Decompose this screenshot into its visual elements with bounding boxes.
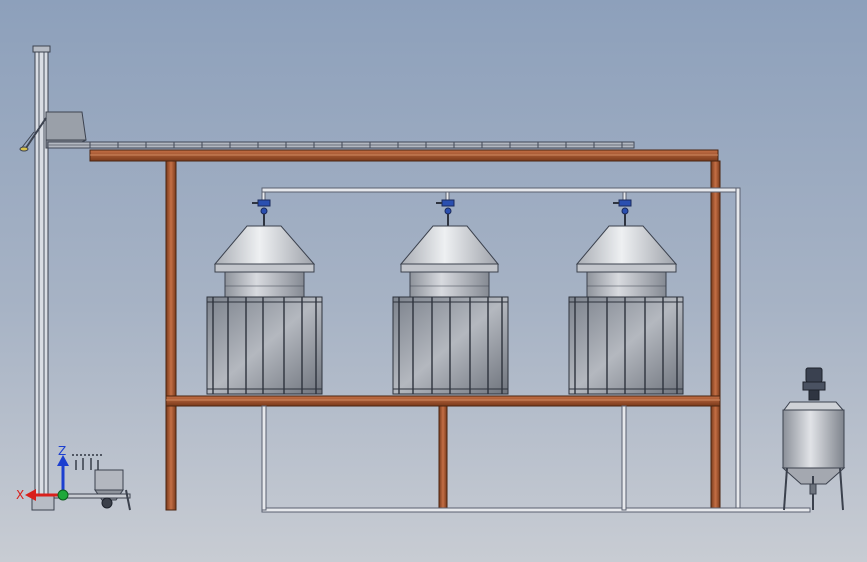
fermentation-tank-1 <box>206 199 323 395</box>
belt-conveyor <box>47 141 635 149</box>
tank-valve-2 <box>436 199 455 226</box>
fermentation-tank-3 <box>568 199 684 395</box>
transfer-piping <box>261 187 811 513</box>
x-axis-arrow <box>25 489 36 501</box>
x-axis-label: X <box>16 488 24 502</box>
triad-origin <box>57 489 69 501</box>
fermentation-tank-2 <box>392 199 509 395</box>
tank-valve-3 <box>613 199 632 226</box>
mixing-tank-with-agitator <box>781 367 846 511</box>
assembly-drawing: Z X <box>16 45 846 513</box>
z-axis-label: Z <box>58 444 66 458</box>
agitator-motor <box>802 367 826 401</box>
cad-viewport[interactable]: Z X <box>0 0 867 562</box>
tank-valve-1 <box>252 199 271 226</box>
bucket-elevator <box>19 45 87 511</box>
